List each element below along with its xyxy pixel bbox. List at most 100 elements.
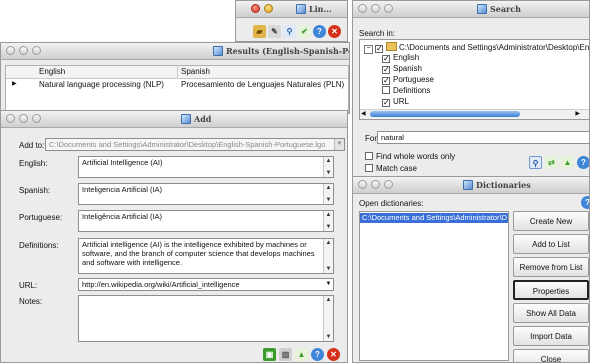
whole-words-option[interactable]: Find whole words only: [365, 152, 455, 161]
show-all-data-button[interactable]: Show All Data: [513, 303, 589, 323]
cell-english[interactable]: Natural language processing (NLP): [39, 80, 164, 89]
chevron-down-icon[interactable]: ▼: [324, 279, 333, 290]
search-icon[interactable]: ⚲: [283, 25, 296, 38]
zoom-light-icon[interactable]: [384, 4, 393, 13]
tree-item-definitions[interactable]: Definitions: [382, 86, 430, 95]
scroll-down-icon[interactable]: ▼: [324, 333, 333, 341]
zoom-light-icon[interactable]: [32, 114, 41, 123]
check-icon[interactable]: ✔: [298, 25, 311, 38]
edit-icon[interactable]: ✎: [268, 25, 281, 38]
cell-spanish[interactable]: Procesamiento de Lenguajes Naturales (PL…: [181, 80, 344, 89]
scrollbar[interactable]: ▲ ▼: [323, 211, 333, 231]
folder-icon: [386, 42, 397, 51]
scroll-left-icon[interactable]: ◀: [361, 110, 366, 119]
close-light-icon[interactable]: [6, 114, 15, 123]
add-to-list-button[interactable]: Add to List: [513, 234, 589, 254]
create-new-button[interactable]: Create New: [513, 211, 589, 231]
tree-item-spanish[interactable]: ✓ Spanish: [382, 64, 422, 74]
scrollbar[interactable]: ▲ ▼: [323, 239, 333, 273]
close-light-icon[interactable]: [251, 4, 260, 13]
zoom-light-icon[interactable]: [32, 46, 41, 55]
checkbox[interactable]: [365, 152, 373, 160]
english-value: Artificial Intelligence (AI): [82, 158, 163, 167]
add-to-dropdown[interactable]: C:\Documents and Settings\Administrator\…: [45, 138, 345, 151]
tree-item-portuguese[interactable]: ✓ Portuguese: [382, 75, 434, 85]
minimize-light-icon[interactable]: [371, 4, 380, 13]
open-folder-icon[interactable]: ▰: [253, 25, 266, 38]
help-icon[interactable]: ?: [577, 156, 589, 169]
column-header-english[interactable]: English: [39, 67, 65, 76]
portuguese-field[interactable]: Inteligência Artificial (IA) ▲ ▼: [78, 210, 334, 232]
scroll-up-icon[interactable]: ▲: [324, 211, 333, 219]
scroll-down-icon[interactable]: ▼: [324, 196, 333, 204]
list-item[interactable]: C:\Documents and Settings\Administrator\…: [360, 213, 508, 223]
chevron-down-icon[interactable]: ▼: [334, 139, 344, 150]
scroll-down-icon[interactable]: ▼: [324, 223, 333, 231]
minimize-light-icon[interactable]: [19, 46, 28, 55]
column-header-spanish[interactable]: Spanish: [181, 67, 210, 76]
checkbox[interactable]: ✓: [382, 77, 390, 85]
url-field[interactable]: http://en.wikipedia.org/wiki/Artificial_…: [78, 278, 334, 291]
checkbox[interactable]: ✓: [382, 66, 390, 74]
help-icon[interactable]: ?: [311, 348, 324, 361]
checkbox[interactable]: [382, 86, 390, 94]
scroll-up-icon[interactable]: ▲: [324, 184, 333, 192]
minimize-light-icon[interactable]: [19, 114, 28, 123]
checkbox[interactable]: ✓: [375, 45, 383, 53]
search-icon[interactable]: ⚲: [529, 156, 542, 169]
match-case-option[interactable]: Match case: [365, 164, 417, 173]
english-field[interactable]: Artificial Intelligence (AI) ▲ ▼: [78, 156, 334, 178]
scroll-down-icon[interactable]: ▼: [324, 169, 333, 177]
url-label: URL:: [19, 281, 38, 290]
scroll-thumb[interactable]: [370, 111, 520, 117]
list-item-text: C:\Documents and Settings\Administrator\…: [362, 213, 508, 222]
up-arrow-icon[interactable]: ▲: [561, 156, 574, 169]
save-icon[interactable]: ▣: [263, 348, 276, 361]
properties-button[interactable]: Properties: [513, 280, 589, 300]
window-icon: [463, 180, 473, 190]
remove-from-list-button[interactable]: Remove from List: [513, 257, 589, 277]
spanish-field[interactable]: Inteligencia Artificial (IA) ▲ ▼: [78, 183, 334, 205]
table-row[interactable]: ▶ Natural language processing (NLP) Proc…: [6, 78, 348, 92]
scrollbar[interactable]: ▲ ▼: [323, 296, 333, 341]
scroll-down-icon[interactable]: ▼: [324, 265, 333, 273]
minimize-light-icon[interactable]: [264, 4, 273, 13]
checkbox[interactable]: ✓: [382, 55, 390, 63]
horizontal-scrollbar[interactable]: ◀ ▶: [360, 109, 589, 119]
tree-item-english[interactable]: ✓ English: [382, 53, 419, 63]
up-arrow-icon[interactable]: ▲: [295, 348, 308, 361]
dictionaries-list[interactable]: C:\Documents and Settings\Administrator\…: [359, 211, 509, 361]
close-icon[interactable]: ✕: [328, 25, 341, 38]
help-icon[interactable]: ?: [313, 25, 326, 38]
add-titlebar: Add: [1, 111, 347, 128]
scroll-up-icon[interactable]: ▲: [324, 296, 333, 304]
import-data-button[interactable]: Import Data: [513, 326, 589, 346]
search-tree[interactable]: − ✓ C:\Documents and Settings\Administrato…: [359, 39, 590, 120]
tree-item-url[interactable]: ✓ URL: [382, 97, 409, 107]
scrollbar[interactable]: ▲ ▼: [323, 157, 333, 177]
collapse-icon[interactable]: −: [364, 45, 373, 54]
close-button[interactable]: Close: [513, 349, 589, 362]
zoom-light-icon[interactable]: [384, 180, 393, 189]
results-title: Results (English-Spanish-Portu: [213, 45, 349, 57]
tree-root-path: C:\Documents and Settings\Administrator\…: [399, 43, 590, 52]
definitions-field[interactable]: Artificial intelligence (AI) is the inte…: [78, 238, 334, 274]
scroll-right-icon[interactable]: ▶: [575, 110, 580, 119]
minimize-light-icon[interactable]: [371, 180, 380, 189]
replace-icon[interactable]: ⇄: [545, 156, 558, 169]
close-light-icon[interactable]: [358, 4, 367, 13]
checkbox[interactable]: ✓: [382, 99, 390, 107]
close-light-icon[interactable]: [6, 46, 15, 55]
add-title: Add: [181, 113, 211, 125]
scroll-up-icon[interactable]: ▲: [324, 239, 333, 247]
scroll-up-icon[interactable]: ▲: [324, 157, 333, 165]
delete-icon[interactable]: ▥: [279, 348, 292, 361]
results-title-text: Results (English-Spanish-Portu: [226, 46, 349, 56]
notes-field[interactable]: ▲ ▼: [78, 295, 334, 342]
search-input[interactable]: natural: [377, 131, 589, 144]
close-light-icon[interactable]: [358, 180, 367, 189]
checkbox[interactable]: [365, 164, 373, 172]
scrollbar[interactable]: ▲ ▼: [323, 184, 333, 204]
help-icon[interactable]: ?: [581, 196, 589, 209]
close-icon[interactable]: ✕: [327, 348, 340, 361]
